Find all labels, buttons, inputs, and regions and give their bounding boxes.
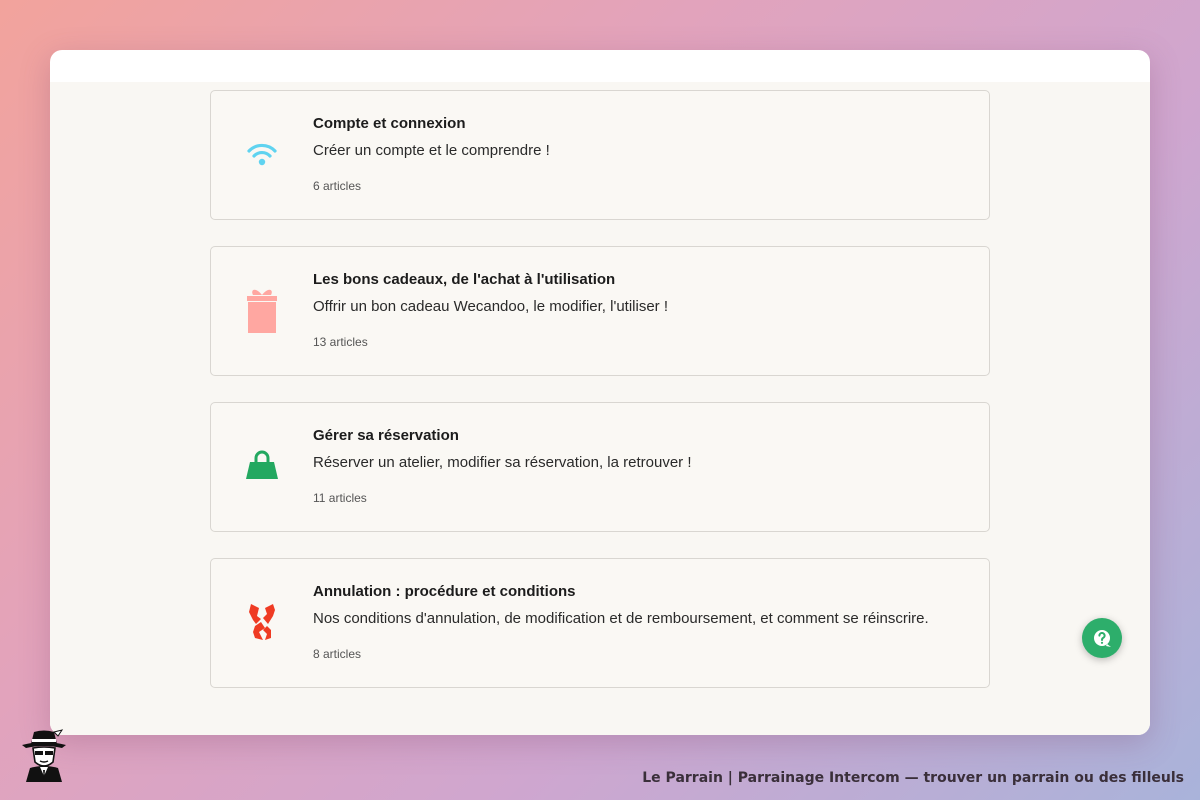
- collection-title[interactable]: Compte et connexion: [313, 115, 466, 132]
- browser-window: Compte et connexion Créer un compte et l…: [50, 50, 1150, 735]
- collection-card-cancellation[interactable]: Annulation : procédure et conditions Nos…: [210, 558, 990, 688]
- collection-title[interactable]: Annulation : procédure et conditions: [313, 583, 576, 600]
- collection-article-count: 8 articles: [313, 647, 362, 661]
- collection-title[interactable]: Gérer sa réservation: [313, 427, 459, 444]
- collection-description: Créer un compte et le comprendre !: [313, 142, 550, 159]
- collection-title[interactable]: Les bons cadeaux, de l'achat à l'utilisa…: [313, 271, 615, 288]
- wifi-icon: [241, 133, 283, 175]
- collection-article-count: 13 articles: [313, 335, 368, 349]
- gift-icon: [241, 289, 283, 333]
- collection-description: Réserver un atelier, modifier sa réserva…: [313, 454, 692, 471]
- torn-ribbon-icon: [241, 601, 283, 643]
- shopping-bag-icon: [241, 445, 283, 487]
- gangster-logo-icon: [18, 728, 70, 784]
- collection-card-account[interactable]: Compte et connexion Créer un compte et l…: [210, 90, 990, 220]
- collection-article-count: 6 articles: [313, 179, 362, 193]
- collection-description: Offrir un bon cadeau Wecandoo, le modifi…: [313, 298, 668, 315]
- collection-card-gift-cards[interactable]: Les bons cadeaux, de l'achat à l'utilisa…: [210, 246, 990, 376]
- collection-article-count: 11 articles: [313, 491, 367, 505]
- footer-caption: Le Parrain | Parrainage Intercom — trouv…: [642, 770, 1184, 786]
- collections-list: Compte et connexion Créer un compte et l…: [50, 82, 1150, 735]
- help-chat-button[interactable]: [1082, 618, 1122, 658]
- collection-card-booking[interactable]: Gérer sa réservation Réserver un atelier…: [210, 402, 990, 532]
- help-question-icon: [1094, 630, 1111, 647]
- collection-description: Nos conditions d'annulation, de modifica…: [313, 610, 929, 627]
